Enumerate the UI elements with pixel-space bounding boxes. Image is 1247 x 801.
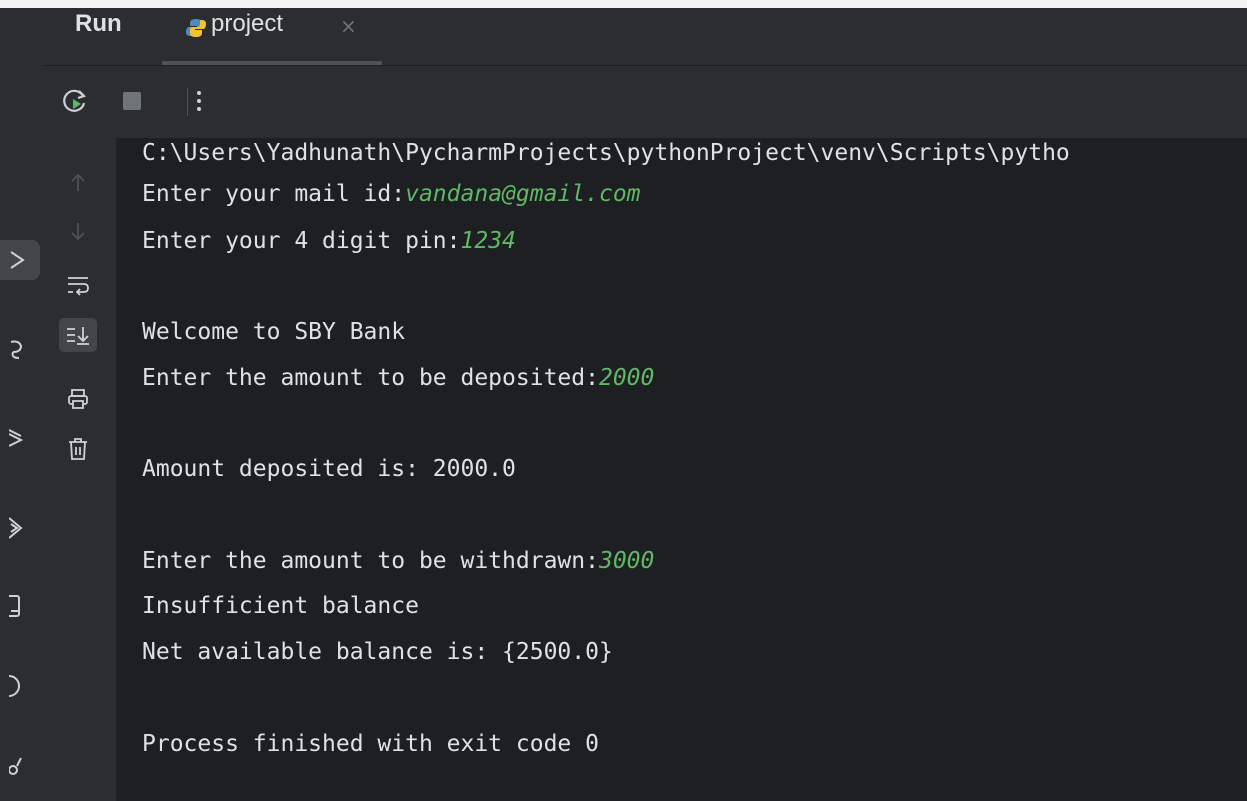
console-gutter: [44, 138, 116, 801]
python-file-icon: [186, 18, 206, 42]
python-packages-icon[interactable]: [0, 330, 40, 370]
clear-all-icon[interactable]: [59, 432, 97, 466]
console-line-welcome: Welcome to SBY Bank: [142, 319, 406, 345]
terminal-icon[interactable]: [0, 586, 40, 626]
console-line-process-finished: Process finished with exit code 0: [142, 731, 599, 757]
console-line-deposit: Enter the amount to be deposited:2000: [142, 363, 654, 393]
scroll-down-icon[interactable]: [59, 214, 97, 248]
activity-bar: [0, 8, 45, 801]
mail-prompt: Enter your mail id:: [142, 181, 406, 207]
withdraw-prompt: Enter the amount to be withdrawn:: [142, 548, 599, 574]
print-icon[interactable]: [59, 382, 97, 416]
stop-icon[interactable]: [117, 86, 147, 116]
problems-icon[interactable]: [0, 666, 40, 706]
run-tool-icon[interactable]: [0, 240, 40, 280]
console-line-interpreter-path: C:\Users\Yadhunath\PycharmProjects\pytho…: [142, 140, 1070, 166]
more-options-icon[interactable]: [184, 86, 214, 116]
layers-icon[interactable]: [0, 420, 40, 460]
pin-input: 1234: [460, 228, 516, 254]
window-top-edge: [0, 0, 1247, 8]
deposit-prompt: Enter the amount to be deposited:: [142, 365, 599, 391]
run-toolbar: [44, 66, 1247, 138]
services-icon[interactable]: [0, 508, 40, 548]
active-tab-indicator: [162, 61, 382, 65]
console-line-withdraw: Enter the amount to be withdrawn:3000: [142, 546, 654, 576]
scroll-to-end-icon[interactable]: [59, 318, 97, 352]
tab-project-label: project: [211, 10, 284, 37]
console-line-net-balance: Net available balance is: {2500.0}: [142, 639, 613, 665]
scroll-up-icon[interactable]: [59, 166, 97, 200]
console-line-mail: Enter your mail id:vandana@gmail.com: [142, 179, 641, 209]
rerun-icon[interactable]: [60, 86, 90, 116]
run-panel-title: Run: [75, 10, 122, 37]
run-tab-header: Run project ×: [44, 8, 1247, 66]
deposit-input: 2000: [598, 365, 655, 391]
run-tool-window: Run project × C:\Users\Yadhunath\Pycharm…: [0, 0, 1247, 801]
soft-wrap-icon[interactable]: [59, 268, 97, 302]
console-line-insufficient: Insufficient balance: [142, 593, 419, 619]
console-output[interactable]: C:\Users\Yadhunath\PycharmProjects\pytho…: [116, 138, 1247, 801]
tab-project[interactable]: project ×: [162, 8, 382, 65]
close-tab-icon[interactable]: ×: [340, 14, 357, 38]
console-line-amount-deposited: Amount deposited is: 2000.0: [142, 456, 516, 482]
pin-prompt: Enter your 4 digit pin:: [142, 228, 461, 254]
withdraw-input: 3000: [598, 548, 655, 574]
mail-input: vandana@gmail.com: [405, 181, 641, 207]
console-line-pin: Enter your 4 digit pin:1234: [142, 226, 516, 256]
version-control-icon[interactable]: [0, 746, 40, 786]
